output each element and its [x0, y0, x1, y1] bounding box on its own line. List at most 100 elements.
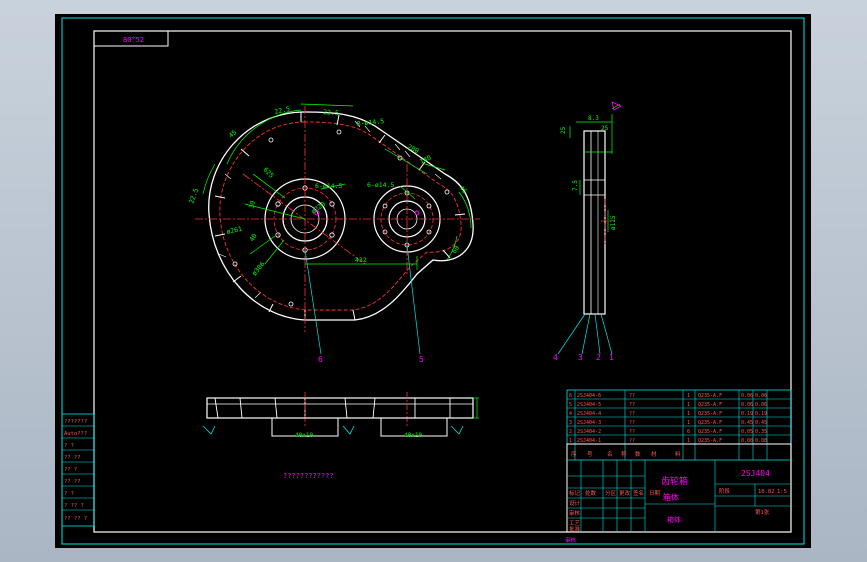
dim-d1: 22.5	[274, 105, 291, 116]
part-title: 齿轮箱	[661, 475, 688, 487]
parts-cell-code: 2SJ404-4	[577, 411, 601, 417]
dim-d16: 432	[355, 256, 367, 264]
header-cell: 数	[635, 450, 641, 458]
side-col-cell: Auto???	[64, 431, 87, 437]
parts-cell-unit_w: 0.08	[741, 438, 753, 444]
balloon-side-2: 2	[596, 353, 601, 362]
parts-list-table: 6 2SJ404-6?? 1 Q235-A.F 0.06 0.065 2SJ404-5?? 1…	[566, 389, 792, 460]
balloon-front-6: 6	[318, 355, 323, 364]
dim-d11: ø306	[250, 260, 266, 277]
header-cell: 名	[607, 450, 613, 458]
parts-cell-unit_w: 0.06	[741, 402, 753, 408]
parts-cell-material: Q235-A.F	[698, 420, 722, 426]
parts-cell-total_w: 0.35	[755, 429, 767, 435]
side-col-cell: ?? ?? ?	[64, 516, 87, 522]
scale-value: 1:5	[777, 489, 787, 495]
bottom-plate	[206, 397, 474, 419]
housing-outline	[208, 111, 474, 321]
stage-label: 阶段	[719, 487, 731, 495]
side-column: ??????? Auto??? ? ? ?? ?? ?? ? ?? ?? ? ?…	[61, 413, 95, 527]
row-label: 设计	[569, 499, 581, 507]
parts-cell-name: ??	[629, 393, 635, 399]
inner-border	[93, 30, 792, 533]
balloon-front-5: 5	[419, 355, 424, 364]
dim-d8: 6-ø14.5	[315, 182, 342, 190]
part-subtitle: 箱体	[663, 492, 679, 502]
parts-cell-name: ??	[629, 438, 635, 444]
left-cell: 分区	[605, 489, 617, 497]
balloon-side-3: 3	[578, 353, 583, 362]
parts-cell-code: 2SJ404-5	[577, 402, 601, 408]
highlight-point	[414, 210, 420, 216]
parts-cell-unit_w: 0.05	[741, 429, 753, 435]
row-label: 工艺	[569, 520, 581, 527]
parts-cell-no: 5	[569, 402, 572, 408]
dim-s2: 8.3	[588, 115, 599, 122]
header-cell: 号	[587, 451, 593, 458]
dim-d10: ø261	[226, 225, 243, 236]
side-col-cell: ? ?	[64, 443, 74, 449]
parts-cell-no: 1	[569, 438, 572, 444]
parts-cell-no: 4	[569, 411, 572, 417]
dim-d15: 45	[457, 184, 468, 195]
drawing-sheet: 80°52 22.5 22.5 8-ø14.5 45 625 22.5 30 6…	[55, 14, 811, 548]
outer-border	[61, 17, 805, 545]
dim-d2: 22.5	[323, 108, 339, 117]
parts-cell-total_w: 0.06	[755, 393, 767, 399]
parts-cell-unit_w: 0.19	[741, 411, 753, 417]
parts-cell-no: 6	[569, 393, 572, 399]
side-plate	[583, 130, 606, 315]
drawing-number: 2SJ404	[741, 469, 770, 478]
parts-cell-name: ??	[629, 420, 635, 426]
bottom-label-left: 40x10	[295, 432, 313, 439]
side-col-cell: ? ?? ?	[64, 503, 84, 509]
left-cell: 更改	[619, 489, 631, 497]
parts-cell-code: 2SJ404-6	[577, 393, 601, 399]
parts-cell-total_w: 0.06	[755, 402, 767, 408]
dim-d13: 280	[406, 143, 420, 156]
parts-cell-no: 3	[569, 420, 572, 426]
dim-d9: ø220	[310, 200, 327, 216]
sheet-number: 第1张	[755, 508, 770, 516]
row-label: 批准	[569, 525, 581, 533]
dim-s5: ø115	[610, 215, 617, 230]
row-label: 审核	[569, 509, 581, 517]
header-cell: 序	[571, 450, 577, 458]
parts-cell-qty: 1	[687, 393, 690, 399]
dim-s3: 25	[601, 125, 609, 132]
parts-cell-unit_w: 0.45	[741, 420, 753, 426]
dim-d17: 40	[248, 232, 259, 243]
dim-d12: 6-ø14.5	[367, 181, 394, 189]
parts-cell-name: ??	[629, 402, 635, 408]
bottom-label-right: 40x10	[404, 432, 422, 439]
header-cell: 料	[675, 450, 681, 458]
front-view: 22.5 22.5 8-ø14.5 45 625 22.5 30 6-ø14.5…	[187, 103, 480, 364]
side-col-cell: ? ?	[64, 491, 74, 497]
parts-cell-name: ??	[629, 411, 635, 417]
dim-s4: 7.5	[572, 180, 579, 191]
weight-value: 10.82	[758, 489, 775, 495]
balloon-side-4: 4	[553, 353, 558, 362]
parts-cell-total_w: 0.08	[755, 438, 767, 444]
dim-d5: 625	[262, 166, 276, 180]
side-view: 25 8.3 25 7.5 ø115 4 3 2 1	[553, 101, 622, 362]
drawing-note: ????????????	[283, 472, 334, 480]
bottom-view: 40x10 40x10	[202, 392, 479, 439]
left-cell: 日期	[649, 490, 661, 497]
balloon-side-1: 1	[609, 353, 614, 362]
dim-d4: 45	[227, 128, 238, 139]
side-col-cell: ?? ?	[64, 467, 77, 473]
title-block: 序 号 名 称 数 材 料 标记 处数 分区 更改 签名 日期 设计 审核 工艺…	[565, 443, 792, 544]
parts-cell-qty: 1	[687, 411, 690, 417]
bottom-label: 审核	[565, 536, 577, 544]
parts-cell-total_w: 0.45	[755, 420, 767, 426]
parts-cell-material: Q235-A.F	[698, 393, 722, 399]
parts-cell-material: Q235-A.F	[698, 429, 722, 435]
parts-cell-code: 2SJ404-1	[577, 438, 601, 444]
dim-d3: 8-ø14.5	[356, 117, 384, 128]
dim-s1: 25	[560, 126, 567, 134]
parts-cell-total_w: 0.19	[755, 411, 767, 417]
left-cell: 处数	[585, 489, 597, 497]
parts-cell-material: Q235-A.F	[698, 402, 722, 408]
corner-tag: 80°52	[123, 36, 144, 44]
